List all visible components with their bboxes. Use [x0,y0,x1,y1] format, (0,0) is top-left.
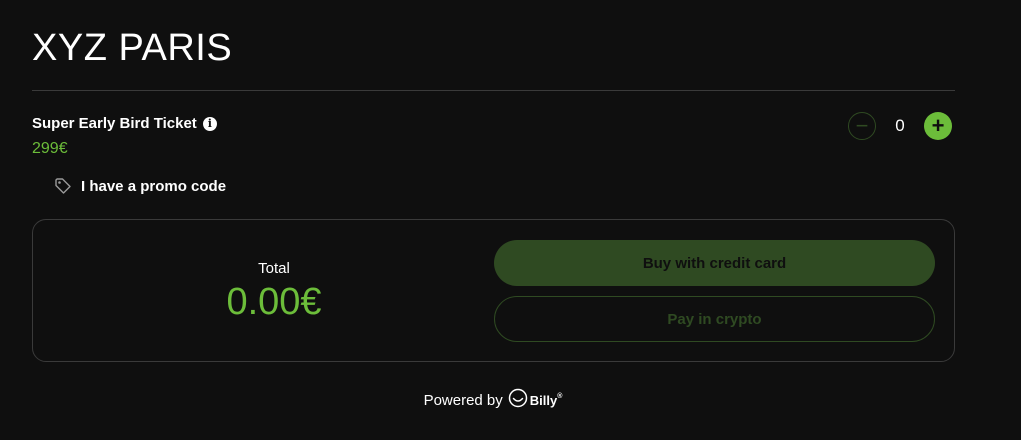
total-label: Total [258,260,290,277]
pay-in-crypto-button[interactable]: Pay in crypto [494,296,935,342]
order-summary-card: Total 0.00€ Buy with credit card Pay in … [32,219,955,362]
powered-by-label: Powered by [423,391,503,409]
tag-icon [54,177,72,195]
buy-with-credit-card-button[interactable]: Buy with credit card [494,240,935,286]
billy-wordmark: Billy® [530,393,563,408]
ticket-name: Super Early Bird Ticket [32,115,197,132]
decrease-quantity-button[interactable]: − [848,112,876,140]
registered-mark: ® [557,392,563,400]
title-divider [32,90,955,91]
quantity-stepper: − 0 + [848,112,952,140]
brand-name: Billy [529,392,558,408]
event-title: XYZ PARIS [32,27,233,69]
info-icon[interactable]: i [202,116,217,131]
smiley-icon [508,388,528,412]
quantity-value: 0 [895,116,905,135]
ticket-header: Super Early Bird Ticket i [32,115,217,132]
promo-code-label: I have a promo code [81,177,227,195]
increase-quantity-button[interactable]: + [924,112,952,140]
billy-logo[interactable]: Billy® [508,388,563,412]
checkout-widget: XYZ PARIS Super Early Bird Ticket i 299€… [0,0,1021,440]
powered-by-footer: Powered by Billy® [0,388,986,412]
ticket-price: 299€ [32,140,68,157]
total-amount: 0.00€ [226,281,322,323]
promo-code-toggle[interactable]: I have a promo code [54,177,226,195]
